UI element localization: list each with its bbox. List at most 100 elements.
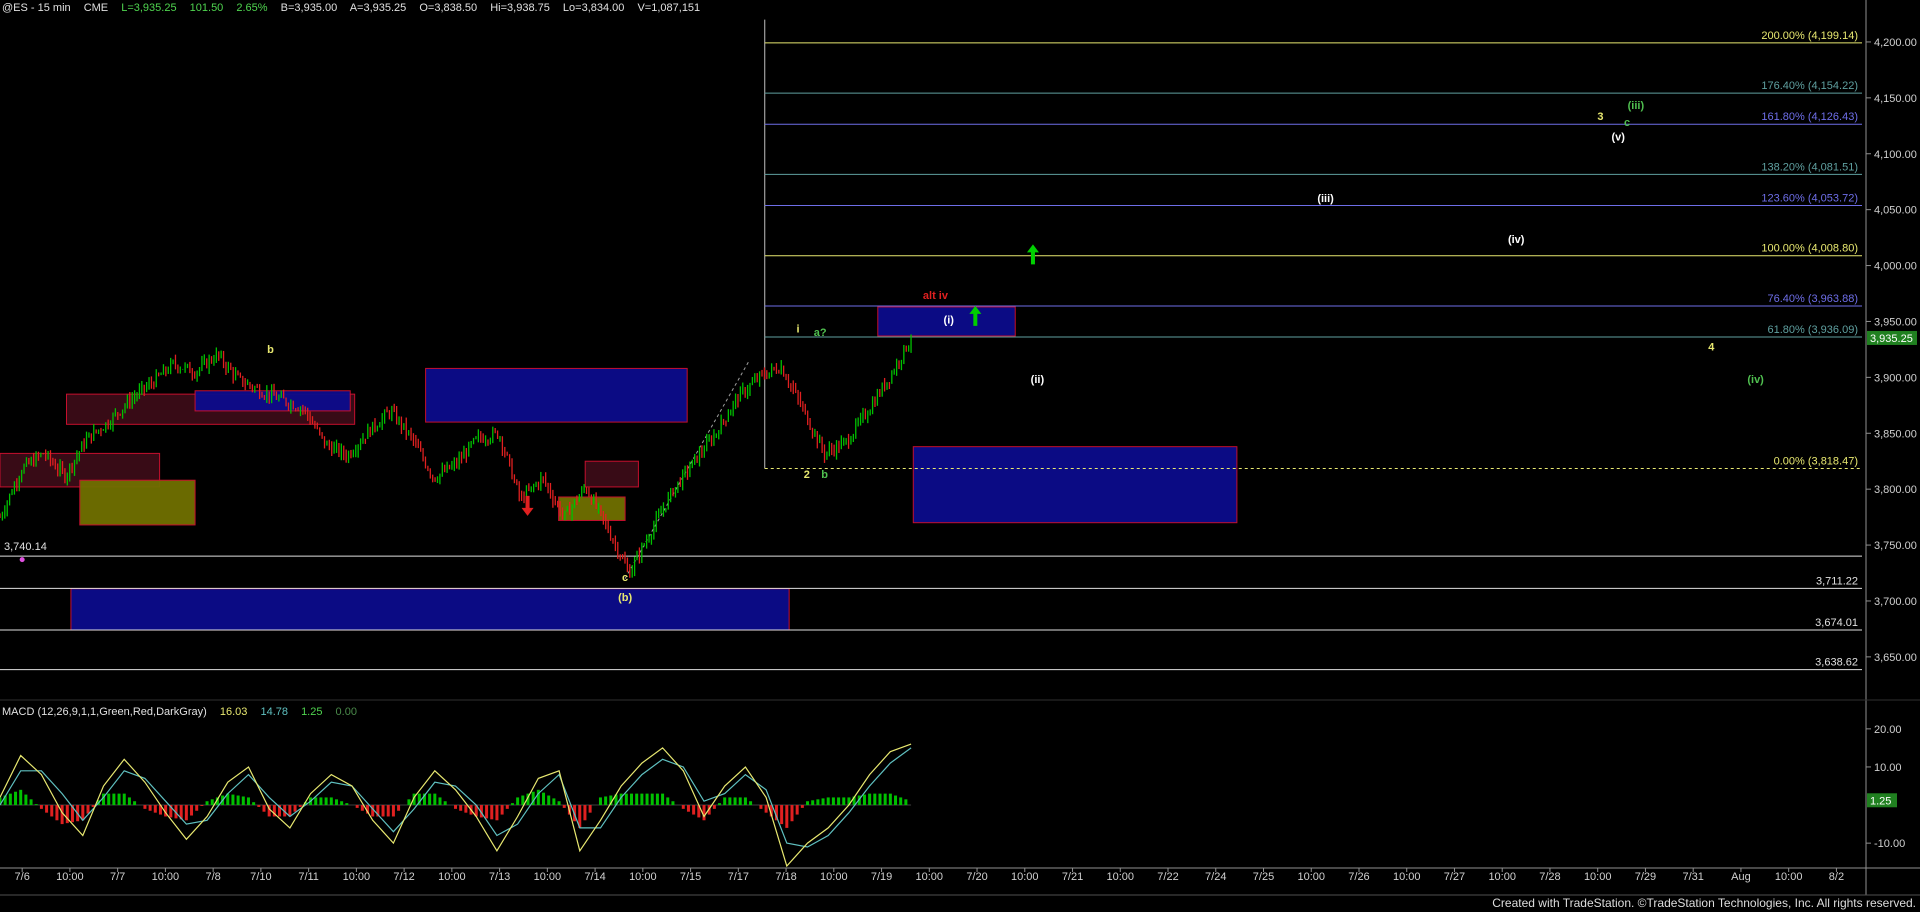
time-tick-label: 7/14 <box>584 871 605 883</box>
macd-hist-value: 1.25 <box>301 706 323 718</box>
time-tick-label: 10:00 <box>820 871 848 883</box>
price-tick-label: 4,000.00 <box>1874 261 1917 273</box>
net-change: 101.50 <box>189 2 224 14</box>
time-tick-label: 10:00 <box>56 871 84 883</box>
macd-tick-label: 20.00 <box>1874 724 1902 736</box>
fib-level-label: 100.00% (4,008.80) <box>1761 243 1858 255</box>
wave-label: (i) <box>944 315 955 327</box>
price-tick-label: 3,800.00 <box>1874 484 1917 496</box>
macd-signal-value: 14.78 <box>260 706 288 718</box>
time-tick-label: 7/13 <box>489 871 510 883</box>
price-tick-label: 4,100.00 <box>1874 149 1917 161</box>
wave-label: 2 <box>804 469 810 481</box>
price-tick-label: 3,900.00 <box>1874 372 1917 384</box>
macd-label: MACD (12,26,9,1,1,Green,Red,DarkGray) <box>2 706 207 718</box>
time-tick-label: 7/8 <box>205 871 220 883</box>
fib-level-label: 161.80% (4,126.43) <box>1761 111 1858 123</box>
fib-level-label: 76.40% (3,963.88) <box>1767 293 1858 305</box>
wave-label: i <box>796 324 799 336</box>
fib-level-label: 176.40% (4,154.22) <box>1761 80 1858 92</box>
time-tick-label: 10:00 <box>1775 871 1803 883</box>
time-tick-label: 10:00 <box>1011 871 1039 883</box>
target-zone-box <box>912 446 1238 524</box>
time-tick-label: 7/18 <box>775 871 796 883</box>
time-tick-label: 7/22 <box>1157 871 1178 883</box>
last-price-label: 3,935.25 <box>1870 333 1913 345</box>
price-tick-label: 4,150.00 <box>1874 93 1917 105</box>
time-tick-label: 7/21 <box>1062 871 1083 883</box>
tradestation-chart[interactable]: 3,650.00 3,700.00 3,750.00 3,800.00 3,850.00… <box>0 0 1920 912</box>
time-tick-label: 10:00 <box>1297 871 1325 883</box>
time-tick-label: 7/10 <box>250 871 271 883</box>
wave-label: 3 <box>1597 111 1603 123</box>
bid-price: B=3,935.00 <box>280 2 338 14</box>
wave-label: (iii) <box>1317 193 1334 205</box>
wave-label: (b) <box>618 592 632 604</box>
pct-change: 2.65% <box>236 2 268 14</box>
time-tick-label: 7/29 <box>1635 871 1656 883</box>
wave-label: c <box>622 572 628 584</box>
wave-label: a? <box>814 327 827 339</box>
target-zone-box <box>79 479 196 526</box>
time-tick-label: Aug <box>1731 871 1751 883</box>
macd-tick-label: -10.00 <box>1874 838 1905 850</box>
last-price: L=3,935.25 <box>121 2 177 14</box>
pivot-marker <box>19 557 25 563</box>
price-tick-label: 3,850.00 <box>1874 428 1917 440</box>
wave-label: (iv) <box>1747 374 1764 386</box>
price-tick-label: 4,200.00 <box>1874 37 1917 49</box>
time-tick-label: 8/2 <box>1829 871 1844 883</box>
time-tick-label: 10:00 <box>629 871 657 883</box>
price-tick-label: 3,750.00 <box>1874 540 1917 552</box>
time-tick-label: 10:00 <box>152 871 180 883</box>
time-tick-label: 7/7 <box>110 871 125 883</box>
time-tick-label: 7/28 <box>1539 871 1560 883</box>
time-tick-label: 7/11 <box>298 871 319 883</box>
time-tick-label: 7/25 <box>1253 871 1274 883</box>
fib-level-label: 123.60% (4,053.72) <box>1761 192 1858 204</box>
wave-label: b <box>267 344 274 356</box>
price-tick-label: 3,950.00 <box>1874 316 1917 328</box>
support-label: 3,740.14 <box>4 541 47 553</box>
time-tick-label: 7/12 <box>393 871 414 883</box>
time-tick-label: 7/24 <box>1205 871 1226 883</box>
time-tick-label: 7/27 <box>1444 871 1465 883</box>
fib-level-label: 0.00% (3,818.47) <box>1774 456 1858 468</box>
volume: V=1,087,151 <box>637 2 701 14</box>
time-tick-label: 7/26 <box>1348 871 1369 883</box>
support-label: 3,711.22 <box>1816 575 1858 587</box>
target-zone-box <box>194 390 351 412</box>
time-tick-label: 10:00 <box>438 871 466 883</box>
wave-label: (iii) <box>1628 100 1645 112</box>
target-zone-box <box>70 588 790 631</box>
macd-tick-label: 10.00 <box>1874 762 1902 774</box>
symbol-label: @ES - 15 min <box>2 2 71 14</box>
tradestation-credit: Created with TradeStation. ©TradeStation… <box>1492 896 1916 910</box>
symbol-header: @ES - 15 min CME L=3,935.25 101.50 2.65%… <box>2 2 710 14</box>
exchange-label: CME <box>83 2 109 14</box>
target-zone-box <box>425 367 688 423</box>
time-tick-label: 7/31 <box>1682 871 1703 883</box>
fib-level-label: 138.20% (4,081.51) <box>1761 161 1858 173</box>
time-tick-label: 7/6 <box>15 871 30 883</box>
fib-level-label: 200.00% (4,199.14) <box>1761 30 1858 42</box>
low-price: Lo=3,834.00 <box>562 2 625 14</box>
time-tick-label: 10:00 <box>1488 871 1516 883</box>
price-tick-label: 4,050.00 <box>1874 205 1917 217</box>
high-price: Hi=3,938.75 <box>490 2 550 14</box>
price-tick-label: 3,700.00 <box>1874 596 1917 608</box>
time-tick-label: 10:00 <box>534 871 562 883</box>
support-label: 3,638.62 <box>1815 657 1858 669</box>
macd-value: 16.03 <box>219 706 248 718</box>
time-tick-label: 10:00 <box>343 871 371 883</box>
wave-label: c <box>1624 117 1630 129</box>
time-tick-label: 7/15 <box>680 871 701 883</box>
macd-zero-value: 0.00 <box>335 706 357 718</box>
support-label: 3,674.01 <box>1815 617 1858 629</box>
time-tick-label: 10:00 <box>916 871 944 883</box>
macd-header: MACD (12,26,9,1,1,Green,Red,DarkGray) 16… <box>2 706 367 718</box>
wave-label: (ii) <box>1031 374 1045 386</box>
wave-label: (iv) <box>1508 234 1525 246</box>
ask-price: A=3,935.25 <box>349 2 407 14</box>
time-tick-label: 10:00 <box>1393 871 1421 883</box>
